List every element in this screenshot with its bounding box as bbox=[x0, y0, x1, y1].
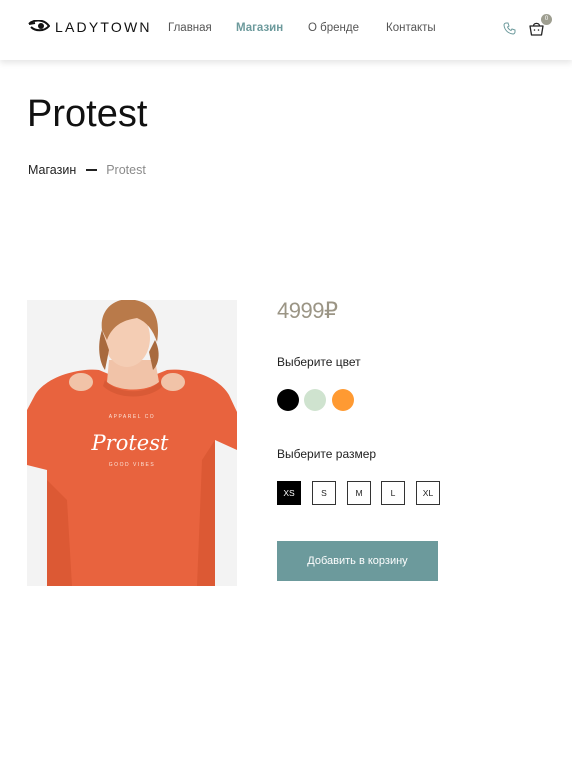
size-option-xl[interactable]: XL bbox=[416, 481, 440, 505]
breadcrumb-shop-link[interactable]: Магазин bbox=[28, 163, 76, 177]
color-swatch-mint[interactable] bbox=[304, 389, 326, 411]
size-option-xs[interactable]: XS bbox=[277, 481, 301, 505]
color-swatch-orange[interactable] bbox=[332, 389, 354, 411]
print-bottom-text: GOOD VIBES bbox=[109, 462, 155, 468]
nav-item-shop[interactable]: Магазин bbox=[236, 22, 283, 34]
site-header: LADYTOWN Главная Магазин О бренде Контак… bbox=[0, 0, 572, 60]
breadcrumb-current: Protest bbox=[106, 163, 146, 177]
print-main-text: Protest bbox=[91, 431, 169, 455]
logo[interactable]: LADYTOWN bbox=[28, 19, 152, 35]
nav-item-contacts[interactable]: Контакты bbox=[386, 22, 436, 34]
product-price: 4999₽ bbox=[277, 298, 338, 323]
size-option-l[interactable]: L bbox=[381, 481, 405, 505]
add-to-cart-button[interactable]: Добавить в корзину bbox=[277, 541, 438, 581]
color-label: Выберите цвет bbox=[277, 355, 361, 369]
size-option-s[interactable]: S bbox=[312, 481, 336, 505]
logo-text: LADYTOWN bbox=[55, 19, 152, 35]
cart-count-badge: 0 bbox=[541, 14, 552, 25]
nav-item-home[interactable]: Главная bbox=[168, 22, 212, 34]
phone-icon[interactable] bbox=[503, 22, 516, 40]
breadcrumb-separator bbox=[86, 169, 98, 171]
size-label: Выберите размер bbox=[277, 447, 377, 461]
nav-item-about[interactable]: О бренде bbox=[308, 22, 359, 34]
product-photo-illustration: APPAREL CO Protest GOOD VIBES bbox=[27, 300, 237, 586]
print-top-text: APPAREL CO bbox=[109, 414, 155, 420]
breadcrumb: Магазин Protest bbox=[28, 163, 146, 177]
product-image: APPAREL CO Protest GOOD VIBES bbox=[27, 300, 237, 586]
size-option-m[interactable]: M bbox=[347, 481, 371, 505]
page-title: Protest bbox=[27, 93, 148, 135]
logo-eye-icon bbox=[28, 20, 50, 34]
color-swatch-black[interactable] bbox=[277, 389, 299, 411]
